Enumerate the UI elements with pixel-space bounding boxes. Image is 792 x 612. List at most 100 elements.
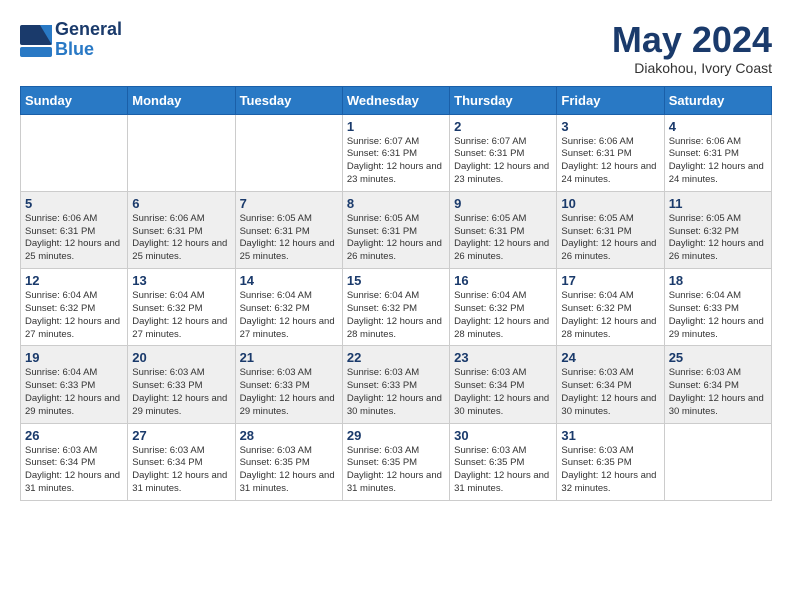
logo-icon [20, 25, 50, 55]
day-number: 31 [561, 428, 659, 443]
calendar-cell: 26Sunrise: 6:03 AMSunset: 6:34 PMDayligh… [21, 423, 128, 500]
day-info: Sunrise: 6:04 AMSunset: 6:32 PMDaylight:… [347, 290, 445, 341]
calendar-cell: 8 Sunrise: 6:05 AMSunset: 6:31 PMDaylight… [342, 191, 449, 268]
calendar-cell: 25 Sunrise: 6:03 AMSunset: 6:34 PMDayligh… [664, 346, 771, 423]
calendar-cell: 4Sunrise: 6:06 AMSunset: 6:31 PMDaylight… [664, 114, 771, 191]
calendar-cell [21, 114, 128, 191]
day-number: 18 [669, 273, 767, 288]
calendar-row: 19Sunrise: 6:04 AMSunset: 6:33 PMDayligh… [21, 346, 772, 423]
calendar-cell: 9 Sunrise: 6:05 AMSunset: 6:31 PMDaylight… [450, 191, 557, 268]
day-number: 29 [347, 428, 445, 443]
logo-blue-text: Blue [55, 40, 122, 60]
day-info: Sunrise: 6:03 AMSunset: 6:35 PMDaylight:… [561, 445, 659, 496]
page-header: General Blue May 2024 Diakohou, Ivory Co… [20, 20, 772, 76]
day-info: Sunrise: 6:07 AMSunset: 6:31 PMDaylight:… [347, 136, 445, 187]
calendar-cell: 7 Sunrise: 6:05 AMSunset: 6:31 PMDaylight… [235, 191, 342, 268]
day-info: Sunrise: 6:04 AMSunset: 6:32 PMDaylight:… [25, 290, 123, 341]
day-number: 25 [669, 350, 767, 365]
day-number: 8 [347, 196, 445, 211]
calendar-cell: 27 Sunrise: 6:03 AMSunset: 6:34 PMDayligh… [128, 423, 235, 500]
day-info: Sunrise: 6:05 AMSunset: 6:32 PMDaylight:… [669, 213, 767, 264]
calendar-cell: 24Sunrise: 6:03 AMSunset: 6:34 PMDayligh… [557, 346, 664, 423]
weekday-header: Saturday [664, 86, 771, 114]
day-number: 20 [132, 350, 230, 365]
day-info: Sunrise: 6:03 AMSunset: 6:34 PMDaylight:… [669, 367, 767, 418]
weekday-header: Tuesday [235, 86, 342, 114]
day-number: 19 [25, 350, 123, 365]
day-info: Sunrise: 6:04 AMSunset: 6:32 PMDaylight:… [132, 290, 230, 341]
day-info: Sunrise: 6:03 AMSunset: 6:33 PMDaylight:… [132, 367, 230, 418]
calendar-cell: 30Sunrise: 6:03 AMSunset: 6:35 PMDayligh… [450, 423, 557, 500]
calendar-location: Diakohou, Ivory Coast [612, 60, 772, 76]
day-number: 2 [454, 119, 552, 134]
day-info: Sunrise: 6:04 AMSunset: 6:32 PMDaylight:… [561, 290, 659, 341]
day-number: 13 [132, 273, 230, 288]
day-info: Sunrise: 6:05 AMSunset: 6:31 PMDaylight:… [240, 213, 338, 264]
calendar-cell: 19Sunrise: 6:04 AMSunset: 6:33 PMDayligh… [21, 346, 128, 423]
day-number: 6 [132, 196, 230, 211]
day-info: Sunrise: 6:03 AMSunset: 6:35 PMDaylight:… [240, 445, 338, 496]
day-number: 9 [454, 196, 552, 211]
day-number: 10 [561, 196, 659, 211]
calendar-cell: 23 Sunrise: 6:03 AMSunset: 6:34 PMDayligh… [450, 346, 557, 423]
weekday-header: Monday [128, 86, 235, 114]
day-number: 26 [25, 428, 123, 443]
day-info: Sunrise: 6:03 AMSunset: 6:34 PMDaylight:… [454, 367, 552, 418]
calendar-cell: 31 Sunrise: 6:03 AMSunset: 6:35 PMDayligh… [557, 423, 664, 500]
day-number: 4 [669, 119, 767, 134]
calendar-cell: 29 Sunrise: 6:03 AMSunset: 6:35 PMDayligh… [342, 423, 449, 500]
calendar-cell [664, 423, 771, 500]
day-number: 15 [347, 273, 445, 288]
calendar-row: 26 Sunrise: 6:03 AMSunset: 6:34 PMDayligh… [21, 423, 772, 500]
day-number: 11 [669, 196, 767, 211]
calendar-cell: 13 Sunrise: 6:04 AMSunset: 6:32 PMDayligh… [128, 269, 235, 346]
day-number: 16 [454, 273, 552, 288]
day-info: Sunrise: 6:06 AMSunset: 6:31 PMDaylight:… [132, 213, 230, 264]
day-number: 23 [454, 350, 552, 365]
calendar-header-row: SundayMondayTuesdayWednesdayThursdayFrid… [21, 86, 772, 114]
calendar-cell: 11 Sunrise: 6:05 AMSunset: 6:32 PMDayligh… [664, 191, 771, 268]
weekday-header: Sunday [21, 86, 128, 114]
calendar-cell [235, 114, 342, 191]
calendar-cell: 16 Sunrise: 6:04 AMSunset: 6:32 PMDayligh… [450, 269, 557, 346]
calendar-cell: 3 Sunrise: 6:06 AMSunset: 6:31 PMDaylight… [557, 114, 664, 191]
day-info: Sunrise: 6:07 AMSunset: 6:31 PMDaylight:… [454, 136, 552, 187]
day-number: 28 [240, 428, 338, 443]
day-number: 14 [240, 273, 338, 288]
day-info: Sunrise: 6:03 AMSunset: 6:33 PMDaylight:… [240, 367, 338, 418]
calendar-cell: 22Sunrise: 6:03 AMSunset: 6:33 PMDayligh… [342, 346, 449, 423]
calendar-table: SundayMondayTuesdayWednesdayThursdayFrid… [20, 86, 772, 501]
day-info: Sunrise: 6:04 AMSunset: 6:33 PMDaylight:… [669, 290, 767, 341]
day-info: Sunrise: 6:03 AMSunset: 6:35 PMDaylight:… [347, 445, 445, 496]
day-info: Sunrise: 6:03 AMSunset: 6:33 PMDaylight:… [347, 367, 445, 418]
day-number: 12 [25, 273, 123, 288]
day-info: Sunrise: 6:04 AMSunset: 6:32 PMDaylight:… [454, 290, 552, 341]
day-number: 5 [25, 196, 123, 211]
logo-text: General Blue [55, 20, 122, 60]
day-number: 27 [132, 428, 230, 443]
day-number: 7 [240, 196, 338, 211]
calendar-cell: 1 Sunrise: 6:07 AMSunset: 6:31 PMDaylight… [342, 114, 449, 191]
calendar-cell: 5 Sunrise: 6:06 AMSunset: 6:31 PMDaylight… [21, 191, 128, 268]
day-info: Sunrise: 6:05 AMSunset: 6:31 PMDaylight:… [561, 213, 659, 264]
day-number: 30 [454, 428, 552, 443]
day-info: Sunrise: 6:06 AMSunset: 6:31 PMDaylight:… [561, 136, 659, 187]
calendar-row: 1 Sunrise: 6:07 AMSunset: 6:31 PMDaylight… [21, 114, 772, 191]
calendar-cell: 12 Sunrise: 6:04 AMSunset: 6:32 PMDayligh… [21, 269, 128, 346]
day-info: Sunrise: 6:06 AMSunset: 6:31 PMDaylight:… [25, 213, 123, 264]
day-number: 1 [347, 119, 445, 134]
day-info: Sunrise: 6:05 AMSunset: 6:31 PMDaylight:… [454, 213, 552, 264]
weekday-header: Friday [557, 86, 664, 114]
day-info: Sunrise: 6:04 AMSunset: 6:32 PMDaylight:… [240, 290, 338, 341]
calendar-cell: 14 Sunrise: 6:04 AMSunset: 6:32 PMDayligh… [235, 269, 342, 346]
calendar-cell [128, 114, 235, 191]
calendar-cell: 18 Sunrise: 6:04 AMSunset: 6:33 PMDayligh… [664, 269, 771, 346]
day-number: 3 [561, 119, 659, 134]
weekday-header: Thursday [450, 86, 557, 114]
calendar-row: 5 Sunrise: 6:06 AMSunset: 6:31 PMDaylight… [21, 191, 772, 268]
calendar-title: May 2024 [612, 20, 772, 60]
day-info: Sunrise: 6:05 AMSunset: 6:31 PMDaylight:… [347, 213, 445, 264]
day-number: 17 [561, 273, 659, 288]
day-info: Sunrise: 6:03 AMSunset: 6:34 PMDaylight:… [132, 445, 230, 496]
calendar-cell: 6 Sunrise: 6:06 AMSunset: 6:31 PMDaylight… [128, 191, 235, 268]
